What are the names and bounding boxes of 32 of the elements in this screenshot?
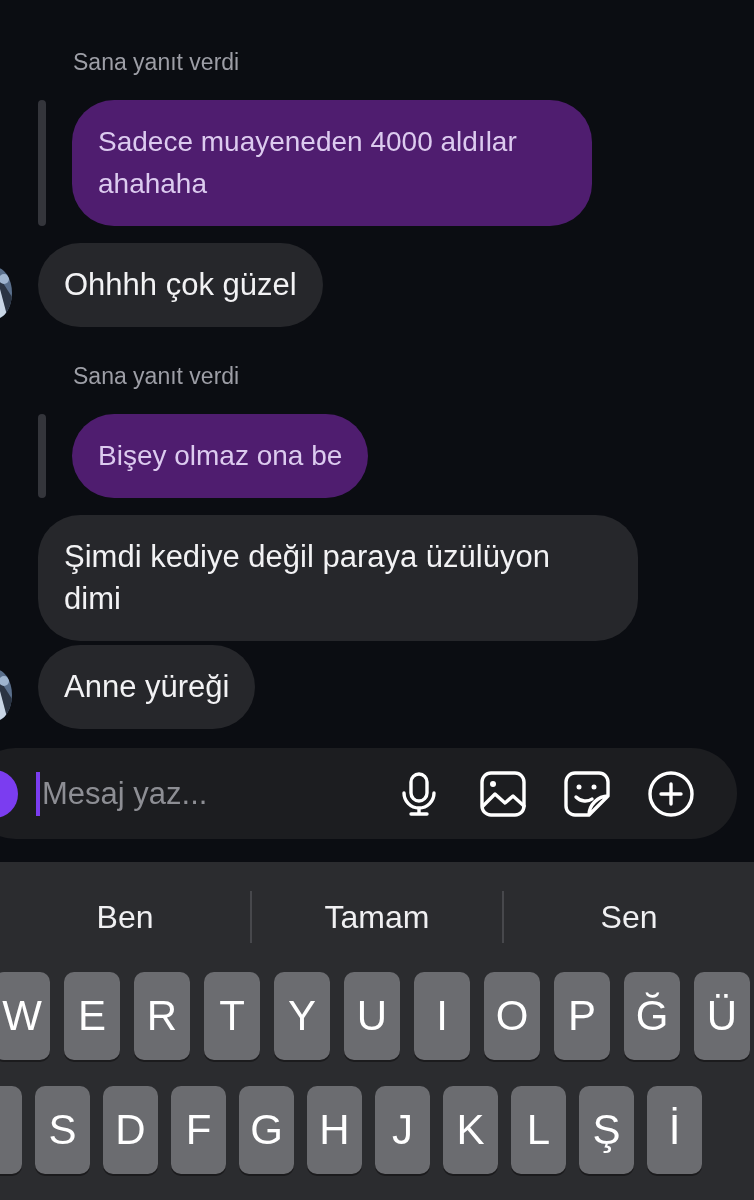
- keyboard-key[interactable]: D: [103, 1086, 158, 1174]
- keyboard-key[interactable]: G: [239, 1086, 294, 1174]
- keyboard-key[interactable]: W: [0, 972, 50, 1060]
- message-bubble: Ohhhh çok güzel: [38, 243, 323, 327]
- quoted-message: Bişey olmaz ona be: [72, 414, 369, 498]
- keyboard-key[interactable]: H: [307, 1086, 362, 1174]
- message-input[interactable]: Mesaj yaz...: [36, 771, 361, 816]
- suggestion[interactable]: Tamam: [252, 891, 502, 943]
- message-bubble: Şimdi kediye değil paraya üzülüyon dimi: [38, 515, 638, 641]
- keyboard-key[interactable]: F: [171, 1086, 226, 1174]
- keyboard-key[interactable]: L: [511, 1086, 566, 1174]
- keyboard-key[interactable]: P: [554, 972, 610, 1060]
- keyboard-key[interactable]: Y: [274, 972, 330, 1060]
- keyboard-key[interactable]: İ: [647, 1086, 702, 1174]
- keyboard-key[interactable]: O: [484, 972, 540, 1060]
- keyboard-key[interactable]: E: [64, 972, 120, 1060]
- keyboard-key[interactable]: J: [375, 1086, 430, 1174]
- keyboard-key[interactable]: Ş: [579, 1086, 634, 1174]
- keyboard-key[interactable]: U: [344, 972, 400, 1060]
- quoted-message: Sadece muayeneden 4000 aldılar ahahaha: [72, 100, 592, 226]
- keyboard-key[interactable]: K: [443, 1086, 498, 1174]
- suggestion[interactable]: Ben: [0, 891, 250, 943]
- keyboard-key[interactable]: Ü: [694, 972, 750, 1060]
- reply-label: Sana yanıt verdi: [73, 362, 241, 390]
- keyboard-key[interactable]: T: [204, 972, 260, 1060]
- reply-label: Sana yanıt verdi: [73, 48, 241, 76]
- suggestion[interactable]: Sen: [504, 891, 754, 943]
- keyboard-key[interactable]: R: [134, 972, 190, 1060]
- keyboard-key[interactable]: I: [414, 972, 470, 1060]
- keyboard-key[interactable]: S: [35, 1086, 90, 1174]
- keyboard-key[interactable]: Ğ: [624, 972, 680, 1060]
- message-bubble: Anne yüreği: [38, 645, 256, 729]
